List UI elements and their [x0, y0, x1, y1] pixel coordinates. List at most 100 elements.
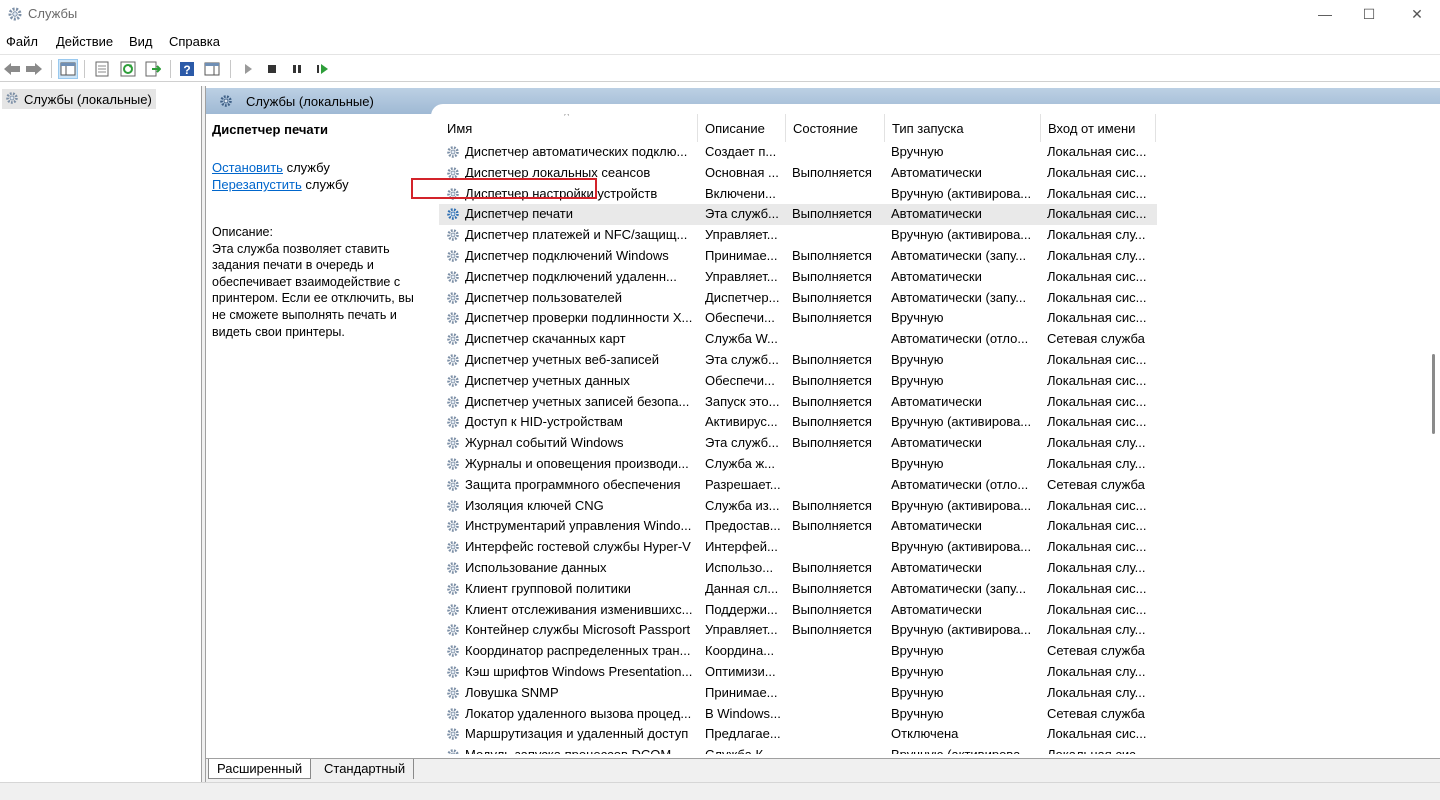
table-row[interactable]: Диспетчер проверки подлинности X... Обесп… [439, 308, 1157, 329]
cell-name: Журнал событий Windows [465, 435, 624, 451]
table-row[interactable]: Доступ к HID-устройствам Активирус... Выпо… [439, 412, 1157, 433]
console-tree: Службы (локальные) [0, 86, 202, 782]
show-hide-action-pane-icon[interactable] [202, 59, 222, 79]
service-gear-icon [445, 290, 461, 309]
vertical-scrollbar[interactable] [1428, 114, 1440, 754]
cell-log-on-as: Локальная слу... [1047, 435, 1146, 451]
table-row[interactable]: Диспетчер учетных данных Обеспечи... Выпол… [439, 371, 1157, 392]
table-row[interactable]: Кэш шрифтов Windows Presentation... Оптим… [439, 662, 1157, 683]
table-row[interactable]: Диспетчер платежей и NFC/защищ... Управля… [439, 225, 1157, 246]
service-gear-icon [445, 498, 461, 517]
cell-startup-type: Автоматически [891, 601, 982, 617]
cell-status: Выполняется [792, 164, 872, 180]
menu-view[interactable]: Вид [129, 34, 153, 49]
cell-status: Выполняется [792, 435, 872, 451]
cell-status: Выполняется [792, 206, 872, 222]
tab-standard[interactable]: Стандартный [316, 759, 415, 779]
toolbar-separator [230, 60, 231, 78]
cell-description: Эта служб... [705, 206, 779, 222]
restart-service-link[interactable]: Перезапустить [212, 177, 302, 192]
table-row[interactable]: Диспетчер подключений удаленн... Управляе… [439, 267, 1157, 288]
cell-startup-type: Вручную [891, 310, 944, 326]
stop-service-icon[interactable] [262, 59, 282, 79]
table-row[interactable]: Журналы и оповещения производи... Служба … [439, 454, 1157, 475]
table-row[interactable]: Диспетчер автоматических подклю... Создае… [439, 142, 1157, 163]
resume-service-icon[interactable] [313, 59, 333, 79]
table-row[interactable]: Использование данных Использо... Выполняет… [439, 558, 1157, 579]
cell-name: Диспетчер учетных веб-записей [465, 352, 659, 367]
pause-service-icon[interactable] [287, 59, 307, 79]
table-row[interactable]: Диспетчер подключений Windows Принимае...… [439, 246, 1157, 267]
cell-startup-type: Автоматически [891, 164, 982, 180]
table-row[interactable]: Журнал событий Windows Эта служб... Выполн… [439, 433, 1157, 454]
service-gear-icon [445, 373, 461, 392]
table-row[interactable]: Координатор распределенных тран... Коорди… [439, 641, 1157, 662]
column-divider[interactable] [1155, 114, 1156, 142]
table-row[interactable]: Модуль запуска процессов DCOM... Служба К… [439, 745, 1157, 754]
cell-startup-type: Вручную (активирова... [891, 622, 1032, 638]
service-gear-icon [445, 602, 461, 621]
cell-name: Модуль запуска процессов DCOM... [465, 747, 697, 754]
cell-description: Принимае... [705, 248, 778, 263]
properties-icon[interactable] [92, 59, 112, 79]
cell-startup-type: Вручную [891, 372, 944, 388]
column-header-log-on-as[interactable]: Вход от имени [1040, 114, 1155, 142]
column-header-description[interactable]: Описание [697, 114, 785, 142]
panel-header: Службы (локальные) [206, 88, 1440, 116]
table-row[interactable]: Локатор удаленного вызова процед... В Win… [439, 704, 1157, 725]
cell-name: Диспетчер платежей и NFC/защищ... [465, 227, 688, 243]
cell-description: В Windows... [705, 705, 781, 721]
menu-file[interactable]: Файл [6, 34, 38, 49]
table-row[interactable]: Диспетчер учетных записей безопа... Запус… [439, 392, 1157, 413]
cell-status: Выполняется [792, 268, 872, 284]
table-row[interactable]: Клиент групповой политики Данная сл... Вып… [439, 579, 1157, 600]
cell-log-on-as: Локальная сис... [1047, 372, 1147, 388]
tab-extended[interactable]: Расширенный [208, 759, 312, 779]
cell-status: Выполняется [792, 622, 872, 638]
cell-startup-type: Вручную [891, 664, 944, 679]
service-gear-icon [445, 581, 461, 600]
svg-text:?: ? [183, 63, 190, 77]
export-list-icon[interactable] [143, 59, 163, 79]
scrollbar-thumb[interactable] [1432, 354, 1435, 434]
table-row[interactable]: Маршрутизация и удаленный доступ Предлага… [439, 724, 1157, 745]
table-row[interactable]: Клиент отслеживания изменившихс... Поддер… [439, 600, 1157, 621]
minimize-button[interactable]: — [1302, 0, 1348, 28]
cell-log-on-as: Локальная сис... [1047, 518, 1147, 534]
table-row[interactable]: Диспетчер печати Эта служб... Выполняется А… [439, 204, 1157, 226]
column-header-startup-type[interactable]: Тип запуска [884, 114, 1040, 142]
cell-description: Служба К... [705, 747, 783, 754]
table-row[interactable]: Диспетчер скачанных карт Служба W... Автом… [439, 329, 1157, 350]
maximize-button[interactable]: ☐ [1346, 0, 1392, 28]
column-header-name[interactable]: Имя ^ [439, 114, 697, 142]
service-gear-icon [445, 664, 461, 683]
table-row[interactable]: Защита программного обеспечения Разрешает… [439, 475, 1157, 496]
back-icon[interactable] [2, 59, 22, 79]
close-button[interactable]: ✕ [1394, 0, 1440, 28]
menu-action[interactable]: Действие [56, 34, 113, 49]
cell-startup-type: Вручную [891, 705, 944, 721]
table-row[interactable]: Контейнер службы Microsoft Passport Управ… [439, 620, 1157, 641]
table-row[interactable]: Инструментарий управления Windo... Предос… [439, 516, 1157, 537]
start-service-icon[interactable] [238, 59, 258, 79]
cell-description: Включени... [705, 185, 776, 201]
cell-description: Интерфей... [705, 539, 778, 555]
table-row[interactable]: Диспетчер пользователей Диспетчер... Выпол… [439, 288, 1157, 309]
show-hide-console-tree-icon[interactable] [58, 59, 78, 79]
refresh-icon[interactable] [118, 59, 138, 79]
highlight-outline [411, 178, 597, 199]
help-icon[interactable]: ? [177, 59, 197, 79]
menu-help[interactable]: Справка [169, 34, 220, 49]
forward-icon[interactable] [24, 59, 44, 79]
stop-service-link[interactable]: Остановить [212, 160, 283, 175]
service-gear-icon [445, 206, 461, 225]
table-row[interactable]: Ловушка SNMP Принимае... Вручную Локальная … [439, 683, 1157, 704]
column-header-status[interactable]: Состояние [785, 114, 884, 142]
table-row[interactable]: Изоляция ключей CNG Служба из... Выполняет… [439, 496, 1157, 517]
service-gear-icon [445, 643, 461, 662]
cell-description: Использо... [705, 560, 774, 575]
table-row[interactable]: Диспетчер учетных веб-записей Эта служб..… [439, 350, 1157, 371]
table-row[interactable]: Интерфейс гостевой службы Hyper-V Интерфе… [439, 537, 1157, 558]
tree-item-services-local[interactable]: Службы (локальные) [2, 89, 156, 109]
cell-name: Диспетчер пользователей [465, 289, 622, 305]
